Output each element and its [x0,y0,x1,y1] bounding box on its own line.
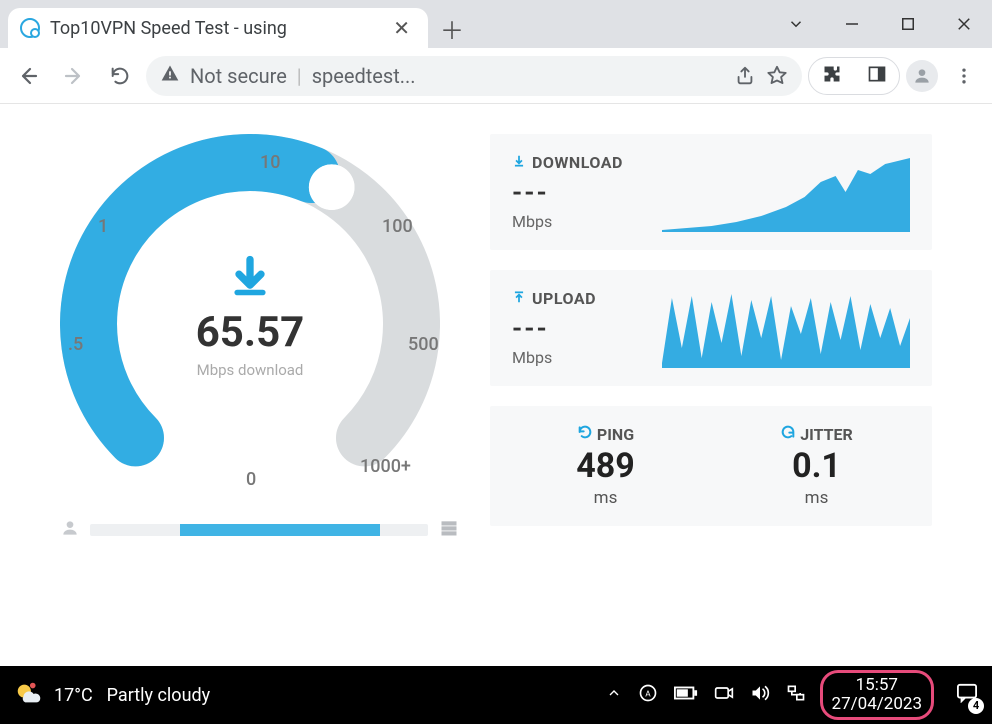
client-icon [60,518,80,542]
ping-value: 489 [500,446,711,486]
tab-close-icon[interactable]: ✕ [387,16,416,40]
tray-network-icon[interactable] [786,684,806,707]
download-card: DOWNLOAD --- Mbps [490,134,932,250]
tray-battery-icon[interactable] [674,685,698,706]
server-icon [438,518,460,542]
weather-desc: Partly cloudy [107,685,211,706]
tray-language-icon[interactable]: A [638,683,658,708]
gauge-label: Mbps download [60,361,440,379]
window-titlebar: Top10VPN Speed Test - using ✕ ＋ [0,0,992,48]
arrow-left-icon [16,64,40,88]
ping-title: PING [597,425,634,444]
browser-tab[interactable]: Top10VPN Speed Test - using ✕ [8,8,428,48]
jitter-unit: ms [711,488,922,508]
gauge-value: 65.57 [60,308,440,357]
window-maximize-button[interactable] [880,0,936,48]
maximize-icon [899,15,917,33]
page-content: 0 .5 1 10 100 500 1000+ 65.57 Mbps downl… [0,104,992,542]
address-bar[interactable]: Not secure | speedtest... [146,56,802,96]
ping-block: PING 489 ms [500,424,711,508]
download-chart [662,152,910,232]
notification-badge: 4 [968,698,984,714]
weather-widget[interactable]: 17°C Partly cloudy [14,678,210,713]
gauge-tick-10: 10 [260,152,280,173]
ping-unit: ms [500,488,711,508]
extensions-button[interactable] [822,64,842,88]
gauge-tick-0: 0 [246,469,256,490]
minimize-icon [843,15,861,33]
download-title: DOWNLOAD [532,153,623,172]
new-tab-button[interactable]: ＋ [428,8,476,48]
taskbar-clock[interactable]: 15:57 27/04/2023 [832,676,922,713]
gauge-panel: 0 .5 1 10 100 500 1000+ 65.57 Mbps downl… [60,134,460,542]
jitter-icon [780,424,796,444]
svg-text:A: A [645,689,651,699]
person-icon [912,66,932,86]
browser-toolbar: Not secure | speedtest... [0,48,992,104]
kebab-icon [954,66,974,86]
tab-title: Top10VPN Speed Test - using [50,18,387,39]
share-icon [734,65,756,87]
reload-button[interactable] [100,56,140,96]
puzzle-icon [822,64,842,84]
ping-jitter-card: PING 489 ms JITTER 0.1 ms [490,406,932,526]
arrow-right-icon [62,64,86,88]
share-button[interactable] [734,56,756,96]
tray-camera-icon[interactable] [714,685,734,706]
gauge-tick-100: 100 [382,216,413,237]
tray-overflow-button[interactable] [606,685,622,706]
jitter-block: JITTER 0.1 ms [711,424,922,508]
omnibox-separator: | [297,64,302,88]
gauge-tick-1000: 1000+ [360,456,411,477]
chrome-menu-button[interactable] [944,56,984,96]
profile-button[interactable] [906,60,938,92]
window-close-button[interactable] [936,0,992,48]
jitter-value: 0.1 [711,446,922,486]
stats-panel: DOWNLOAD --- Mbps UPLOAD --- Mbps [490,134,932,542]
close-icon [955,15,973,33]
upload-value: --- [512,314,662,344]
weather-icon [14,678,44,713]
weather-temp: 17°C [54,685,93,706]
reload-icon [109,65,131,87]
chevron-down-icon [787,15,805,33]
speed-gauge: 0 .5 1 10 100 500 1000+ 65.57 Mbps downl… [60,134,440,514]
panel-icon [867,64,887,84]
site-favicon [20,18,40,38]
jitter-title: JITTER [800,425,853,444]
back-button[interactable] [8,56,48,96]
upload-icon [512,289,526,308]
bookmark-button[interactable] [766,56,788,96]
star-icon [766,65,788,87]
window-minimize-button[interactable] [824,0,880,48]
upload-card: UPLOAD --- Mbps [490,270,932,386]
ping-icon [577,424,593,444]
url-text: speedtest... [312,64,724,88]
action-center-button[interactable]: 4 [956,683,978,708]
download-arrow-icon [60,254,440,302]
download-unit: Mbps [512,212,662,231]
extensions-group [808,57,900,95]
connection-track [90,524,428,536]
sidepanel-button[interactable] [867,64,887,88]
upload-title: UPLOAD [532,289,596,308]
connection-bar [60,518,460,542]
download-icon [512,153,526,172]
clock-highlight [820,670,934,719]
tray-volume-icon[interactable] [750,684,770,707]
gauge-tick-1: 1 [98,216,108,237]
forward-button[interactable] [54,56,94,96]
security-status-label: Not secure [190,64,287,88]
not-secure-warning-icon [160,63,180,88]
windows-taskbar: 17°C Partly cloudy A 15:57 27/04/2023 4 [0,666,992,724]
upload-chart [662,288,910,368]
tab-search-button[interactable] [768,0,824,48]
download-value: --- [512,178,662,208]
upload-unit: Mbps [512,348,662,367]
